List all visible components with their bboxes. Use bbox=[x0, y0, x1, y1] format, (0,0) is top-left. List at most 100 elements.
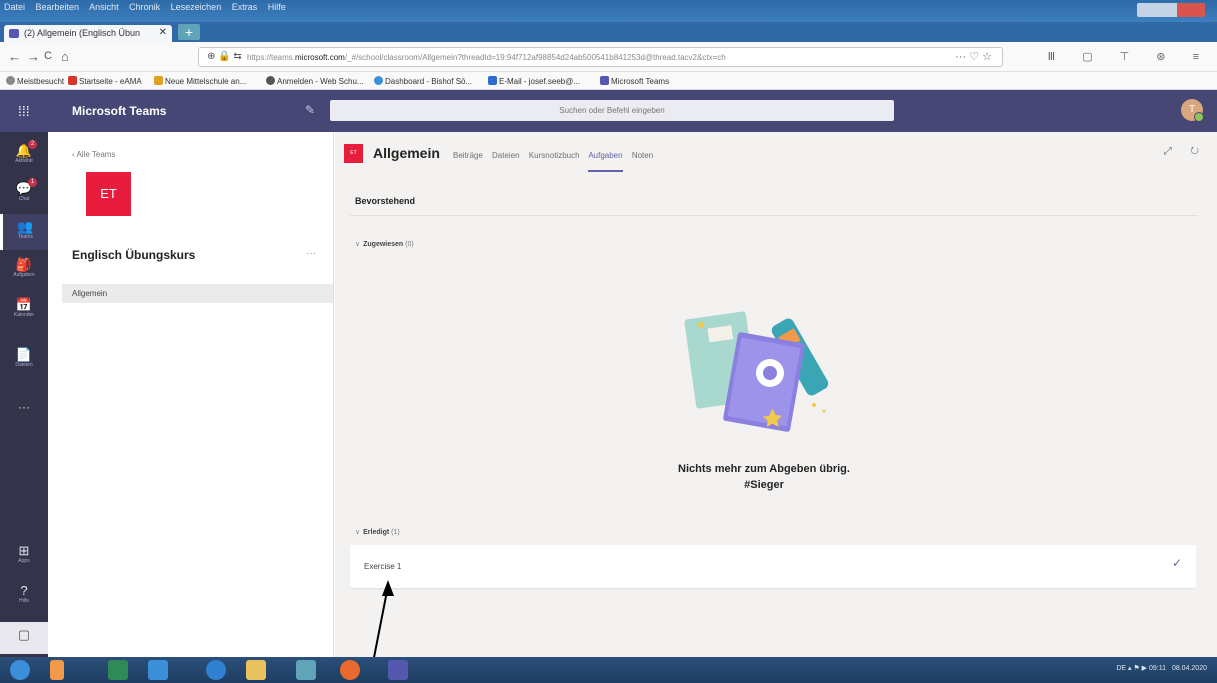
rail-item-calendar[interactable]: 📅 Kalender bbox=[0, 292, 48, 328]
rail-label: Aktivität bbox=[15, 158, 33, 164]
edge-icon[interactable] bbox=[206, 660, 226, 680]
assignment-row[interactable]: Exercise 1 ✓ bbox=[350, 545, 1196, 588]
tab-noten[interactable]: Noten bbox=[632, 151, 653, 160]
rail-item-files[interactable]: 📄 Dateien bbox=[0, 342, 48, 378]
bookmark-item[interactable]: Anmelden - Web Schu... bbox=[266, 76, 364, 86]
app-launcher-icon[interactable]: ⁞⁞⁞ bbox=[18, 103, 30, 119]
excel-icon[interactable] bbox=[108, 660, 128, 680]
teams-favicon-icon bbox=[9, 29, 19, 38]
team-more-options-icon[interactable]: ··· bbox=[306, 248, 316, 259]
rail-item-activity[interactable]: 🔔 Aktivität 2 bbox=[0, 138, 48, 174]
tab-aufgaben[interactable]: Aufgaben bbox=[588, 151, 623, 172]
empty-state-message: Nichts mehr zum Abgeben übrig. #Sieger bbox=[625, 461, 903, 493]
rail-item-help[interactable]: ? Hilfe bbox=[0, 578, 48, 614]
reload-icon[interactable]: C bbox=[44, 50, 52, 62]
tab-dateien[interactable]: Dateien bbox=[492, 151, 520, 160]
bookmark-icon bbox=[68, 76, 77, 85]
rail-label: Apps bbox=[18, 558, 30, 564]
teams-taskbar-icon[interactable] bbox=[388, 660, 408, 680]
chevron-down-icon: ∨ bbox=[355, 529, 361, 536]
all-teams-link[interactable]: ‹ Alle Teams bbox=[72, 150, 115, 159]
divider bbox=[350, 215, 1198, 216]
expand-refresh-icons[interactable]: ⤢ ↻ bbox=[1164, 146, 1207, 157]
bookmark-item[interactable]: Dashboard - Bishof Sö... bbox=[374, 76, 472, 86]
notification-badge: 2 bbox=[28, 140, 37, 149]
empty-state-illustration bbox=[684, 311, 829, 432]
browser-navbar: ← → C ⌂ ⊕ 🔒 ⇆ https://teams.microsoft.co… bbox=[0, 42, 1217, 72]
notification-badge: 1 bbox=[28, 178, 37, 187]
calendar-icon: 📅 bbox=[15, 297, 33, 312]
folder-icon[interactable] bbox=[246, 660, 266, 680]
group-count: (1) bbox=[391, 529, 400, 536]
bookmark-item[interactable]: Neue Mittelschule an... bbox=[154, 76, 246, 86]
menu-item[interactable]: Hilfe bbox=[268, 2, 286, 12]
tab-title: (2) Allgemein (Englisch Übun bbox=[24, 28, 141, 38]
start-button[interactable] bbox=[10, 660, 30, 680]
window-close-button[interactable] bbox=[1177, 3, 1205, 17]
rail-item-teams[interactable]: 👥 Teams bbox=[0, 214, 48, 250]
bookmark-item[interactable]: Startseite - eAMA bbox=[68, 76, 142, 86]
new-tab-button[interactable]: + bbox=[178, 24, 200, 40]
group-done-toggle[interactable]: ∨ Erledigt (1) bbox=[355, 528, 400, 536]
tab-close-icon[interactable]: ✕ bbox=[159, 27, 167, 38]
tray-status: DE ▴ ⚑ ▶ 09:11 bbox=[1116, 665, 1166, 672]
group-label: Erledigt bbox=[363, 529, 390, 536]
rail-item-apps[interactable]: ⊞ Apps bbox=[0, 538, 48, 574]
home-icon[interactable]: ⌂ bbox=[61, 49, 69, 64]
team-tile: ET bbox=[86, 172, 131, 216]
system-tray[interactable]: DE ▴ ⚑ ▶ 09:11 08.04.2020 bbox=[1116, 664, 1207, 672]
avatar[interactable]: T bbox=[1181, 99, 1204, 122]
taskbar-app-icon[interactable] bbox=[50, 660, 64, 680]
app-title: Microsoft Teams bbox=[72, 104, 167, 118]
bookmark-item[interactable]: E-Mail - josef.seeb@... bbox=[488, 76, 580, 86]
menu-item[interactable]: Ansicht bbox=[89, 2, 119, 12]
menu-item[interactable]: Lesezeichen bbox=[171, 2, 222, 12]
channel-team-icon: ET bbox=[344, 144, 363, 163]
group-assigned-toggle[interactable]: ∨ Zugewiesen (0) bbox=[355, 240, 414, 248]
assignment-name[interactable]: Exercise 1 bbox=[364, 562, 401, 571]
menu-item[interactable]: Extras bbox=[232, 2, 258, 12]
bookmark-icon bbox=[6, 76, 15, 85]
browser-tab[interactable]: (2) Allgemein (Englisch Übun ✕ bbox=[4, 25, 172, 42]
rail-label: Teams bbox=[18, 234, 33, 240]
chevron-down-icon: ∨ bbox=[355, 241, 361, 248]
rail-label: Hilfe bbox=[18, 598, 29, 604]
firefox-icon[interactable] bbox=[340, 660, 360, 680]
group-label: Zugewiesen bbox=[363, 241, 404, 248]
taskbar-app-icon[interactable] bbox=[296, 660, 316, 680]
site-info-icon[interactable]: ⊕ 🔒 ⇆ bbox=[207, 51, 242, 62]
back-icon[interactable]: ← bbox=[8, 49, 21, 64]
rail-item-feedback[interactable]: ▢ bbox=[0, 622, 48, 654]
channel-header: ET Allgemein Beiträge Dateien Kursnotizb… bbox=[335, 132, 1217, 178]
channel-item-allgemein[interactable]: Allgemein bbox=[62, 284, 333, 303]
bell-icon: 🔔 bbox=[15, 143, 33, 158]
screenshot-frame: Datei Bearbeiten Ansicht Chronik Lesezei… bbox=[0, 0, 1217, 683]
url-actions-icon[interactable]: ··· ♡ ☆ bbox=[955, 50, 992, 63]
teams-header: ⁞⁞⁞ Microsoft Teams ✎ Suchen oder Befehl… bbox=[0, 90, 1217, 132]
bookmark-item[interactable]: Meistbesucht bbox=[6, 76, 64, 86]
bookmark-label: Microsoft Teams bbox=[611, 77, 670, 86]
rail-item-assignments[interactable]: 🎒 Aufgaben bbox=[0, 252, 48, 288]
menu-item[interactable]: Chronik bbox=[129, 2, 160, 12]
rail-item-chat[interactable]: 💬 Chat 1 bbox=[0, 176, 48, 212]
main-content: ET Allgemein Beiträge Dateien Kursnotizb… bbox=[335, 132, 1217, 657]
forward-icon[interactable]: → bbox=[27, 49, 40, 64]
menu-item[interactable]: Datei bbox=[4, 2, 25, 12]
ie-icon[interactable] bbox=[148, 660, 168, 680]
bookmark-item[interactable]: Microsoft Teams bbox=[600, 76, 669, 86]
bookmark-label: Dashboard - Bishof Sö... bbox=[385, 77, 473, 86]
bookmark-label: Startseite - eAMA bbox=[79, 77, 142, 86]
new-chat-icon[interactable]: ✎ bbox=[305, 103, 315, 117]
url-host: microsoft.com bbox=[295, 53, 345, 62]
tray-date: 08.04.2020 bbox=[1171, 665, 1207, 672]
tab-beitraege[interactable]: Beiträge bbox=[453, 151, 483, 160]
url-bar[interactable]: ⊕ 🔒 ⇆ https://teams.microsoft.com/_#/sch… bbox=[198, 47, 1003, 67]
search-input[interactable]: Suchen oder Befehl eingeben bbox=[330, 100, 894, 121]
menu-item[interactable]: Bearbeiten bbox=[36, 2, 80, 12]
window-controls[interactable] bbox=[1137, 3, 1205, 17]
toolbar-icons[interactable]: Ⅲ ▢ ⊤ ⊛ ≡ bbox=[1048, 50, 1211, 63]
more-apps-icon[interactable]: ··· bbox=[0, 400, 48, 414]
tab-kursnotizbuch[interactable]: Kursnotizbuch bbox=[529, 151, 580, 160]
rail-label: Chat bbox=[18, 196, 30, 202]
bookmark-label: Anmelden - Web Schu... bbox=[277, 77, 364, 86]
